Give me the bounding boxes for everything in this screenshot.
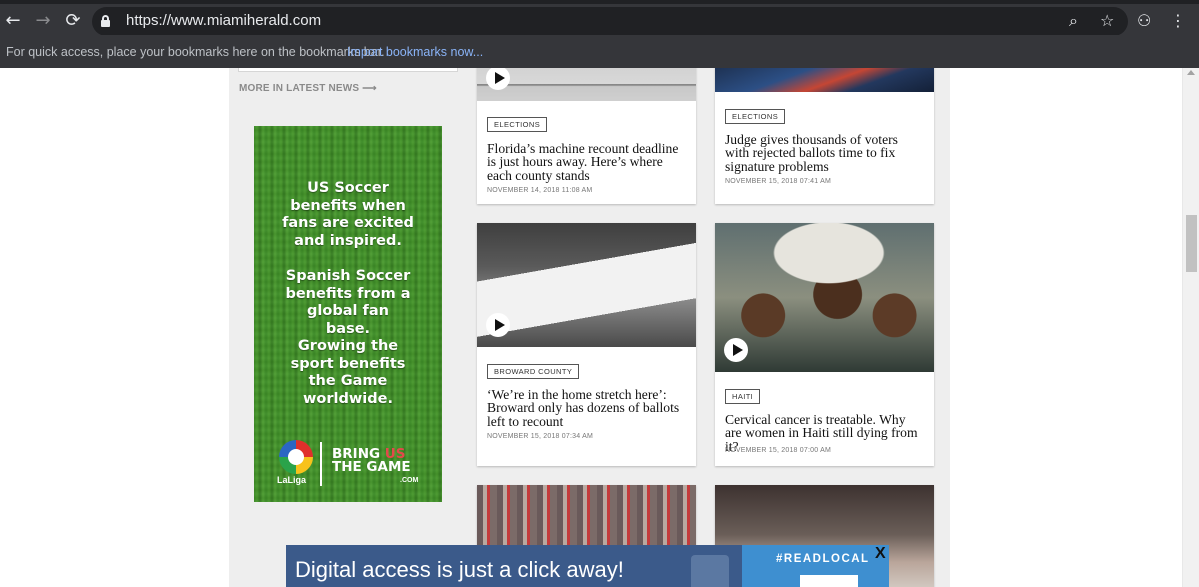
more-latest-news-link[interactable]: MORE IN LATEST NEWS ⟶ bbox=[239, 83, 377, 94]
laliga-brand: LaLiga bbox=[277, 475, 307, 485]
article-timestamp: NOVEMBER 15, 2018 07:34 AM bbox=[487, 433, 593, 440]
bookmarks-bar: For quick access, place your bookmarks h… bbox=[0, 35, 1199, 68]
promo-text[interactable]: Digital access is just a click away! bbox=[295, 557, 624, 583]
url-text[interactable]: https://www.miamiherald.com bbox=[126, 12, 321, 29]
article-headline[interactable]: Florida’s machine recount deadline is ju… bbox=[487, 142, 687, 182]
category-tag[interactable]: ELECTIONS bbox=[487, 117, 548, 132]
category-tag[interactable]: BROWARD COUNTY bbox=[487, 364, 580, 379]
bookmarks-bar-hint: For quick access, place your bookmarks h… bbox=[6, 45, 385, 59]
forward-arrow-icon[interactable]: → bbox=[33, 11, 53, 31]
ad-text-3: Growing the sport benefits the Game worl… bbox=[290, 338, 406, 407]
reload-icon[interactable]: ⟳ bbox=[63, 11, 83, 31]
zoom-icon[interactable]: ⌕ bbox=[1069, 11, 1078, 31]
lock-icon[interactable] bbox=[101, 15, 110, 27]
phone-graphic bbox=[691, 555, 729, 587]
soccer-advertisement[interactable]: US Soccer benefits when fans are excited… bbox=[254, 126, 442, 502]
article-timestamp: NOVEMBER 15, 2018 07:41 AM bbox=[725, 178, 831, 185]
tabstrip-edge bbox=[0, 0, 1199, 4]
laliga-logo bbox=[279, 440, 313, 474]
article-card[interactable]: ELECTIONS Florida’s machine recount dead… bbox=[477, 68, 696, 204]
article-image[interactable] bbox=[477, 223, 696, 347]
article-headline[interactable]: ‘We’re in the home stretch here’: Browar… bbox=[487, 388, 687, 428]
page-viewport: MORE IN LATEST NEWS ⟶ US Soccer benefits… bbox=[0, 68, 1199, 587]
article-card[interactable]: BROWARD COUNTY ‘We’re in the home stretc… bbox=[477, 223, 696, 466]
promo-cta-panel[interactable]: #READLOCAL bbox=[742, 545, 889, 587]
category-tag[interactable]: ELECTIONS bbox=[725, 109, 786, 124]
incognito-icon[interactable]: ⚇ bbox=[1137, 11, 1151, 31]
article-card[interactable]: ELECTIONS Judge gives thousands of voter… bbox=[715, 68, 934, 204]
article-timestamp: NOVEMBER 15, 2018 07:00 AM bbox=[725, 447, 831, 454]
slogan-part-2: THE GAME bbox=[332, 459, 411, 475]
close-icon[interactable]: X bbox=[875, 545, 886, 563]
ad-text-1: US Soccer benefits when fans are excited… bbox=[282, 180, 414, 249]
bring-us-the-game-logo: BRING US THE GAME bbox=[332, 447, 411, 475]
vertical-scrollbar[interactable] bbox=[1182, 68, 1199, 587]
ad-divider bbox=[320, 442, 322, 486]
back-arrow-icon[interactable]: ← bbox=[3, 11, 23, 31]
play-video-icon[interactable] bbox=[486, 313, 510, 337]
previous-card-edge bbox=[238, 68, 458, 72]
scroll-up-arrow-icon[interactable] bbox=[1187, 70, 1195, 75]
menu-kebab-icon[interactable]: ⋮ bbox=[1170, 11, 1186, 31]
promo-hashtag: #READLOCAL bbox=[776, 553, 870, 565]
play-video-icon[interactable] bbox=[724, 338, 748, 362]
article-headline[interactable]: Judge gives thousands of voters with rej… bbox=[725, 133, 925, 173]
article-image[interactable] bbox=[715, 68, 934, 92]
article-timestamp: NOVEMBER 14, 2018 11:08 AM bbox=[487, 187, 593, 194]
slogan-suffix: .COM bbox=[400, 477, 419, 484]
bookmark-star-icon[interactable]: ☆ bbox=[1100, 11, 1114, 31]
category-tag[interactable]: HAITI bbox=[725, 389, 761, 404]
promo-cta-button[interactable] bbox=[800, 575, 858, 587]
article-image[interactable] bbox=[477, 68, 696, 101]
article-card[interactable]: HAITI Cervical cancer is treatable. Why … bbox=[715, 223, 934, 466]
scrollbar-thumb[interactable] bbox=[1186, 215, 1197, 272]
subscription-promo-banner[interactable]: Digital access is just a click away! #RE… bbox=[286, 545, 889, 587]
ad-text-2: Spanish Soccer benefits from a global fa… bbox=[285, 268, 411, 337]
import-bookmarks-link[interactable]: Import bookmarks now... bbox=[347, 45, 483, 59]
